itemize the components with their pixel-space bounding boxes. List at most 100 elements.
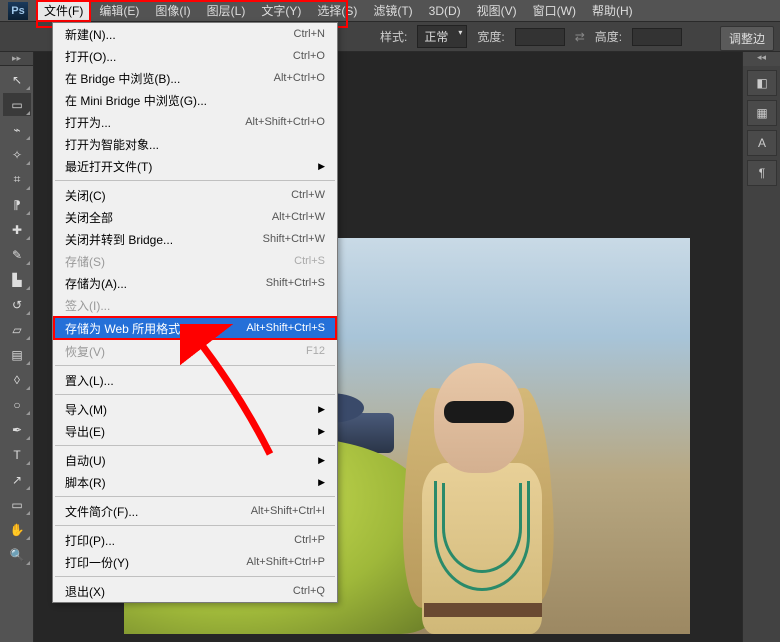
- menu-item-label: 关闭并转到 Bridge...: [65, 231, 263, 248]
- menubar-item-2[interactable]: 图像(I): [147, 0, 198, 22]
- tool-crop[interactable]: ⌗: [3, 168, 31, 191]
- menu-item-10[interactable]: 关闭并转到 Bridge...Shift+Ctrl+W: [53, 228, 337, 250]
- menu-item-label: 置入(L)...: [65, 372, 325, 389]
- tool-history-brush[interactable]: ↺: [3, 293, 31, 316]
- menu-item-20[interactable]: 导出(E)▶: [53, 420, 337, 442]
- menu-item-label: 新建(N)...: [65, 26, 294, 43]
- menu-item-12[interactable]: 存储为(A)...Shift+Ctrl+S: [53, 272, 337, 294]
- toolbox: ▸▸ ↖▭⌁✧⌗⁋✚✎▙↺▱▤◊○✒T↗▭✋🔍: [0, 52, 34, 642]
- tool-path-select[interactable]: ↗: [3, 468, 31, 491]
- tool-move[interactable]: ↖: [3, 68, 31, 91]
- submenu-arrow-icon: ▶: [318, 455, 325, 466]
- tool-hand[interactable]: ✋: [3, 518, 31, 541]
- menu-item-11: 存储(S)Ctrl+S: [53, 250, 337, 272]
- menu-item-19[interactable]: 导入(M)▶: [53, 398, 337, 420]
- tool-flyout-indicator: [26, 336, 30, 340]
- menu-item-30[interactable]: 退出(X)Ctrl+Q: [53, 580, 337, 602]
- tool-healing[interactable]: ✚: [3, 218, 31, 241]
- menu-item-1[interactable]: 打开(O)...Ctrl+O: [53, 45, 337, 67]
- menu-item-25[interactable]: 文件简介(F)...Alt+Shift+Ctrl+I: [53, 500, 337, 522]
- menu-item-28[interactable]: 打印一份(Y)Alt+Shift+Ctrl+P: [53, 551, 337, 573]
- menu-item-17[interactable]: 置入(L)...: [53, 369, 337, 391]
- menubar-item-0[interactable]: 文件(F): [36, 0, 91, 22]
- tool-stamp[interactable]: ▙: [3, 268, 31, 291]
- menubar-item-6[interactable]: 滤镜(T): [365, 0, 420, 22]
- panel-color[interactable]: ◧: [747, 70, 777, 96]
- tool-flyout-indicator: [26, 236, 30, 240]
- panel-collapse[interactable]: ◂◂: [743, 52, 780, 66]
- menu-item-3[interactable]: 在 Mini Bridge 中浏览(G)...: [53, 89, 337, 111]
- width-input[interactable]: [515, 28, 565, 46]
- menu-item-label: 在 Mini Bridge 中浏览(G)...: [65, 92, 325, 109]
- tool-blur[interactable]: ◊: [3, 368, 31, 391]
- menu-item-22[interactable]: 自动(U)▶: [53, 449, 337, 471]
- toolbox-collapse[interactable]: ▸▸: [0, 52, 33, 66]
- tool-brush[interactable]: ✎: [3, 243, 31, 266]
- menu-item-6[interactable]: 最近打开文件(T)▶: [53, 155, 337, 177]
- menu-item-shortcut: Ctrl+O: [293, 50, 325, 62]
- menubar-item-10[interactable]: 帮助(H): [584, 0, 641, 22]
- menu-item-label: 在 Bridge 中浏览(B)...: [65, 70, 274, 87]
- tool-flyout-indicator: [26, 186, 30, 190]
- menu-item-label: 打开为智能对象...: [65, 136, 325, 153]
- menu-item-13: 签入(I)...: [53, 294, 337, 316]
- menubar-item-5[interactable]: 选择(S): [309, 0, 365, 22]
- tool-magic-wand[interactable]: ✧: [3, 143, 31, 166]
- menu-item-label: 关闭(C): [65, 187, 291, 204]
- tool-rectangle[interactable]: ▭: [3, 493, 31, 516]
- tool-eraser[interactable]: ▱: [3, 318, 31, 341]
- menu-item-14[interactable]: 存储为 Web 所用格式...Alt+Shift+Ctrl+S: [53, 316, 337, 340]
- menu-item-27[interactable]: 打印(P)...Ctrl+P: [53, 529, 337, 551]
- menu-item-shortcut: Shift+Ctrl+W: [263, 233, 325, 245]
- menubar-item-9[interactable]: 窗口(W): [525, 0, 584, 22]
- menubar-item-8[interactable]: 视图(V): [469, 0, 525, 22]
- tool-flyout-indicator: [26, 511, 30, 515]
- panel-character[interactable]: A: [747, 130, 777, 156]
- tool-flyout-indicator: [26, 536, 30, 540]
- menu-item-15: 恢复(V)F12: [53, 340, 337, 362]
- panel-paragraph[interactable]: ¶: [747, 160, 777, 186]
- menu-item-label: 打印(P)...: [65, 532, 294, 549]
- menu-item-shortcut: Alt+Shift+Ctrl+I: [251, 505, 325, 517]
- menu-item-label: 退出(X): [65, 583, 293, 600]
- tool-gradient[interactable]: ▤: [3, 343, 31, 366]
- menu-item-9[interactable]: 关闭全部Alt+Ctrl+W: [53, 206, 337, 228]
- tool-lasso[interactable]: ⌁: [3, 118, 31, 141]
- menu-item-23[interactable]: 脚本(R)▶: [53, 471, 337, 493]
- link-icon[interactable]: ⇄: [575, 30, 585, 44]
- tool-marquee[interactable]: ▭: [3, 93, 31, 116]
- height-label: 高度:: [595, 28, 622, 45]
- chevron-down-icon: ▾: [458, 28, 462, 37]
- menu-item-shortcut: Shift+Ctrl+S: [266, 277, 325, 289]
- tool-zoom[interactable]: 🔍: [3, 543, 31, 566]
- menu-item-shortcut: Alt+Shift+Ctrl+P: [246, 556, 325, 568]
- menu-separator: [55, 365, 335, 366]
- menu-item-label: 存储(S): [65, 253, 294, 270]
- menubar-item-3[interactable]: 图层(L): [199, 0, 254, 22]
- menu-item-4[interactable]: 打开为...Alt+Shift+Ctrl+O: [53, 111, 337, 133]
- menu-separator: [55, 394, 335, 395]
- menubar-item-4[interactable]: 文字(Y): [253, 0, 309, 22]
- panel-swatches[interactable]: ▦: [747, 100, 777, 126]
- menu-item-5[interactable]: 打开为智能对象...: [53, 133, 337, 155]
- photo-woman: [384, 363, 584, 634]
- menu-item-shortcut: F12: [306, 345, 325, 357]
- menu-item-shortcut: Ctrl+S: [294, 255, 325, 267]
- menu-item-label: 导出(E): [65, 423, 312, 440]
- menu-item-shortcut: Alt+Ctrl+W: [272, 211, 325, 223]
- height-input[interactable]: [632, 28, 682, 46]
- menu-item-0[interactable]: 新建(N)...Ctrl+N: [53, 23, 337, 45]
- style-select[interactable]: 正常 ▾: [417, 25, 467, 48]
- tool-type[interactable]: T: [3, 443, 31, 466]
- menu-item-label: 恢复(V): [65, 343, 306, 360]
- menu-item-label: 关闭全部: [65, 209, 272, 226]
- tool-dodge[interactable]: ○: [3, 393, 31, 416]
- menu-item-8[interactable]: 关闭(C)Ctrl+W: [53, 184, 337, 206]
- tool-eyedropper[interactable]: ⁋: [3, 193, 31, 216]
- adjust-edge-button[interactable]: 调整边: [720, 26, 774, 51]
- tool-pen[interactable]: ✒: [3, 418, 31, 441]
- menubar-item-7[interactable]: 3D(D): [421, 1, 469, 21]
- menubar-item-1[interactable]: 编辑(E): [91, 0, 147, 22]
- menu-item-label: 最近打开文件(T): [65, 158, 312, 175]
- menu-item-2[interactable]: 在 Bridge 中浏览(B)...Alt+Ctrl+O: [53, 67, 337, 89]
